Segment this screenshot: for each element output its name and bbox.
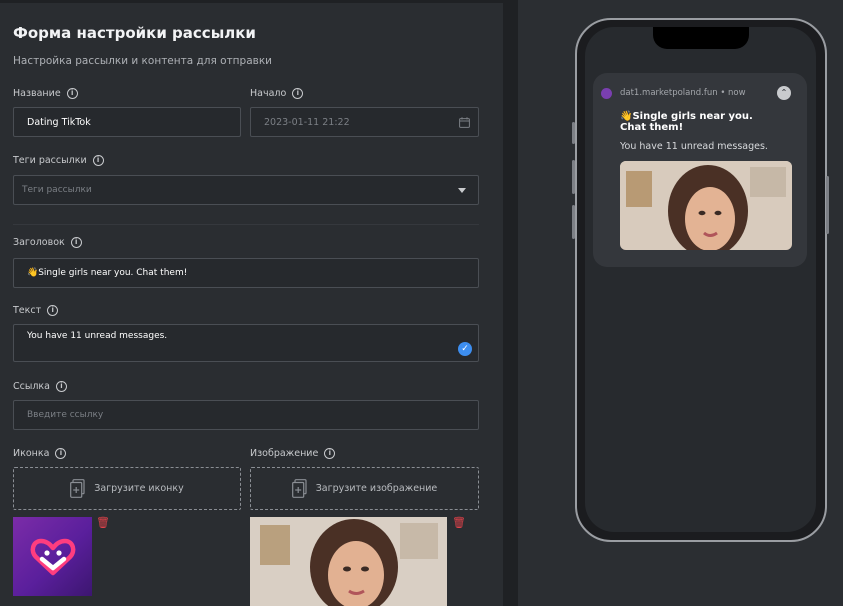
info-icon[interactable]: i bbox=[92, 155, 104, 166]
notification-title: 👋Single girls near you. Chat them! bbox=[620, 111, 753, 133]
calendar-icon[interactable] bbox=[459, 117, 470, 128]
tags-label: Теги рассылки i bbox=[13, 155, 104, 166]
notification-body: You have 11 unread messages. bbox=[620, 141, 768, 152]
trash-icon[interactable]: 🗑 bbox=[452, 516, 466, 529]
app-icon bbox=[601, 88, 612, 99]
link-label: Ссылка i bbox=[13, 381, 67, 392]
phone-notch bbox=[653, 27, 749, 49]
uploaded-image-preview bbox=[250, 517, 447, 606]
name-input[interactable]: Dating TikTok bbox=[13, 107, 241, 137]
start-datetime-value: 2023-01-11 21:22 bbox=[264, 116, 350, 128]
trash-icon[interactable]: 🗑 bbox=[96, 516, 110, 529]
start-datetime-input[interactable]: 2023-01-11 21:22 bbox=[250, 107, 479, 137]
start-label-text: Начало bbox=[250, 88, 287, 99]
image-label-text: Изображение bbox=[250, 448, 319, 459]
tags-label-text: Теги рассылки bbox=[13, 155, 87, 166]
icon-label: Иконка i bbox=[13, 448, 67, 459]
page-subtitle: Настройка рассылки и контента для отправ… bbox=[13, 55, 273, 67]
uploaded-icon-preview bbox=[13, 517, 92, 596]
header-label: Заголовок i bbox=[13, 237, 82, 248]
icon-upload-dropzone[interactable]: Загрузите иконку bbox=[13, 467, 241, 510]
portrait-photo bbox=[250, 517, 447, 606]
link-label-text: Ссылка bbox=[13, 381, 50, 392]
info-icon[interactable]: i bbox=[292, 88, 304, 99]
phone-side-button bbox=[826, 176, 829, 234]
heart-logo-icon bbox=[30, 538, 75, 575]
header-label-text: Заголовок bbox=[13, 237, 65, 248]
image-upload-label: Загрузите изображение bbox=[315, 483, 438, 494]
portrait-photo bbox=[620, 161, 792, 250]
text-label: Текст i bbox=[13, 305, 59, 316]
chevron-up-icon[interactable]: ⌃ bbox=[777, 86, 791, 100]
tags-select-placeholder: Теги рассылки bbox=[22, 185, 92, 195]
notification-image bbox=[620, 161, 792, 250]
info-icon[interactable]: i bbox=[70, 237, 82, 248]
info-icon[interactable]: i bbox=[66, 88, 78, 99]
icon-upload-label: Загрузите иконку bbox=[94, 483, 184, 494]
check-icon: ✓ bbox=[458, 342, 472, 356]
image-upload-dropzone[interactable]: Загрузите изображение bbox=[250, 467, 479, 510]
text-label-text: Текст bbox=[13, 305, 42, 316]
divider bbox=[13, 224, 479, 225]
info-icon[interactable]: i bbox=[47, 305, 59, 316]
link-input[interactable]: Введите ссылку bbox=[13, 400, 479, 430]
start-label: Начало i bbox=[250, 88, 304, 99]
phone-side-button bbox=[572, 160, 575, 194]
notification-source: dat1.marketpoland.fun • now bbox=[620, 88, 746, 98]
tags-select[interactable]: Теги рассылки bbox=[13, 175, 479, 205]
name-label-text: Название bbox=[13, 88, 61, 99]
info-icon[interactable]: i bbox=[324, 448, 336, 459]
icon-label-text: Иконка bbox=[13, 448, 50, 459]
document-upload-icon bbox=[70, 479, 85, 498]
image-label: Изображение i bbox=[250, 448, 336, 459]
phone-side-button bbox=[572, 122, 575, 144]
info-icon[interactable]: i bbox=[56, 381, 67, 392]
document-upload-icon bbox=[291, 479, 307, 498]
info-icon[interactable]: i bbox=[55, 448, 67, 459]
page-title: Форма настройки рассылки bbox=[13, 24, 256, 42]
name-label: Название i bbox=[13, 88, 78, 99]
text-textarea[interactable]: You have 11 unread messages. bbox=[13, 324, 479, 362]
chevron-down-icon[interactable] bbox=[458, 188, 466, 193]
phone-side-button bbox=[572, 205, 575, 239]
header-input[interactable]: 👋Single girls near you. Chat them! bbox=[13, 258, 479, 288]
